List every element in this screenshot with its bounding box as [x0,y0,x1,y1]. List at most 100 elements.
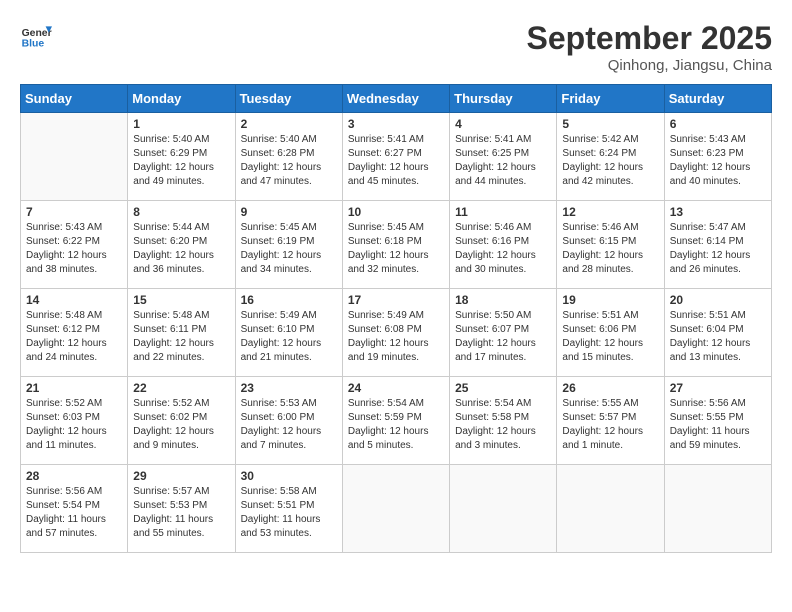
logo-icon: General Blue [20,20,52,52]
calendar-cell: 5 Sunrise: 5:42 AM Sunset: 6:24 PM Daylig… [557,113,664,201]
day-number: 3 [348,117,444,131]
day-number: 30 [241,469,337,483]
day-number: 5 [562,117,658,131]
day-info: Sunrise: 5:40 AM Sunset: 6:29 PM Dayligh… [133,133,229,189]
calendar-cell: 24 Sunrise: 5:54 AM Sunset: 5:59 PM Dayli… [342,377,449,465]
day-info: Sunrise: 5:55 AM Sunset: 5:57 PM Dayligh… [562,397,658,453]
day-number: 10 [348,205,444,219]
calendar-cell: 1 Sunrise: 5:40 AM Sunset: 6:29 PM Daylig… [128,113,235,201]
week-row-3: 21 Sunrise: 5:52 AM Sunset: 6:03 PM Dayli… [21,377,772,465]
calendar-table: SundayMondayTuesdayWednesdayThursdayFrid… [20,84,772,553]
day-number: 15 [133,293,229,307]
calendar-cell: 27 Sunrise: 5:56 AM Sunset: 5:55 PM Dayli… [664,377,771,465]
day-info: Sunrise: 5:48 AM Sunset: 6:12 PM Dayligh… [26,309,122,365]
day-info: Sunrise: 5:56 AM Sunset: 5:55 PM Dayligh… [670,397,766,453]
week-row-4: 28 Sunrise: 5:56 AM Sunset: 5:54 PM Dayli… [21,465,772,553]
day-info: Sunrise: 5:41 AM Sunset: 6:27 PM Dayligh… [348,133,444,189]
day-info: Sunrise: 5:46 AM Sunset: 6:15 PM Dayligh… [562,221,658,277]
day-number: 17 [348,293,444,307]
day-number: 2 [241,117,337,131]
day-info: Sunrise: 5:45 AM Sunset: 6:18 PM Dayligh… [348,221,444,277]
calendar-cell: 6Sunrise: 5:43 AM Sunset: 6:23 PM Daylig… [664,113,771,201]
calendar-cell: 9Sunrise: 5:45 AM Sunset: 6:19 PM Daylig… [235,201,342,289]
day-info: Sunrise: 5:50 AM Sunset: 6:07 PM Dayligh… [455,309,551,365]
svg-text:Blue: Blue [22,38,45,49]
day-info: Sunrise: 5:51 AM Sunset: 6:06 PM Dayligh… [562,309,658,365]
week-row-1: 7 Sunrise: 5:43 AM Sunset: 6:22 PM Daylig… [21,201,772,289]
day-info: Sunrise: 5:49 AM Sunset: 6:10 PM Dayligh… [241,309,337,365]
day-info: Sunrise: 5:46 AM Sunset: 6:16 PM Dayligh… [455,221,551,277]
day-number: 8 [133,205,229,219]
calendar-cell [557,465,664,553]
day-info: Sunrise: 5:40 AM Sunset: 6:28 PM Dayligh… [241,133,337,189]
day-info: Sunrise: 5:56 AM Sunset: 5:54 PM Dayligh… [26,485,122,541]
day-number: 1 [133,117,229,131]
day-info: Sunrise: 5:51 AM Sunset: 6:04 PM Dayligh… [670,309,766,365]
calendar-cell: 23 Sunrise: 5:53 AM Sunset: 6:00 PM Dayli… [235,377,342,465]
day-number: 22 [133,381,229,395]
header-cell-sunday: Sunday [21,85,128,113]
calendar-cell: 19 Sunrise: 5:51 AM Sunset: 6:06 PM Dayli… [557,289,664,377]
day-number: 7 [26,205,122,219]
logo: General Blue [20,20,52,52]
day-number: 14 [26,293,122,307]
header-cell-friday: Friday [557,85,664,113]
day-info: Sunrise: 5:47 AM Sunset: 6:14 PM Dayligh… [670,221,766,277]
day-number: 25 [455,381,551,395]
day-number: 26 [562,381,658,395]
day-info: Sunrise: 5:43 AM Sunset: 6:23 PM Dayligh… [670,133,766,189]
calendar-cell [664,465,771,553]
day-info: Sunrise: 5:49 AM Sunset: 6:08 PM Dayligh… [348,309,444,365]
calendar-cell: 15 Sunrise: 5:48 AM Sunset: 6:11 PM Dayli… [128,289,235,377]
calendar-cell: 21 Sunrise: 5:52 AM Sunset: 6:03 PM Dayli… [21,377,128,465]
calendar-cell [21,113,128,201]
calendar-cell: 3 Sunrise: 5:41 AM Sunset: 6:27 PM Daylig… [342,113,449,201]
calendar-cell: 17 Sunrise: 5:49 AM Sunset: 6:08 PM Dayli… [342,289,449,377]
day-info: Sunrise: 5:57 AM Sunset: 5:53 PM Dayligh… [133,485,229,541]
day-number: 24 [348,381,444,395]
day-number: 21 [26,381,122,395]
day-info: Sunrise: 5:48 AM Sunset: 6:11 PM Dayligh… [133,309,229,365]
day-info: Sunrise: 5:45 AM Sunset: 6:19 PM Dayligh… [241,221,337,277]
day-info: Sunrise: 5:42 AM Sunset: 6:24 PM Dayligh… [562,133,658,189]
week-row-0: 1 Sunrise: 5:40 AM Sunset: 6:29 PM Daylig… [21,113,772,201]
day-info: Sunrise: 5:53 AM Sunset: 6:00 PM Dayligh… [241,397,337,453]
calendar-cell: 4Sunrise: 5:41 AM Sunset: 6:25 PM Daylig… [450,113,557,201]
day-info: Sunrise: 5:43 AM Sunset: 6:22 PM Dayligh… [26,221,122,277]
calendar-cell: 10 Sunrise: 5:45 AM Sunset: 6:18 PM Dayli… [342,201,449,289]
location: Qinhong, Jiangsu, China [527,57,772,74]
day-number: 23 [241,381,337,395]
calendar-cell: 29 Sunrise: 5:57 AM Sunset: 5:53 PM Dayli… [128,465,235,553]
day-number: 11 [455,205,551,219]
day-info: Sunrise: 5:54 AM Sunset: 5:59 PM Dayligh… [348,397,444,453]
header-cell-monday: Monday [128,85,235,113]
header-row: SundayMondayTuesdayWednesdayThursdayFrid… [21,85,772,113]
calendar-cell: 14 Sunrise: 5:48 AM Sunset: 6:12 PM Dayli… [21,289,128,377]
calendar-cell: 7 Sunrise: 5:43 AM Sunset: 6:22 PM Daylig… [21,201,128,289]
day-number: 27 [670,381,766,395]
header-cell-tuesday: Tuesday [235,85,342,113]
day-number: 29 [133,469,229,483]
day-info: Sunrise: 5:52 AM Sunset: 6:03 PM Dayligh… [26,397,122,453]
day-number: 4 [455,117,551,131]
calendar-cell: 8 Sunrise: 5:44 AM Sunset: 6:20 PM Daylig… [128,201,235,289]
header-cell-thursday: Thursday [450,85,557,113]
day-number: 28 [26,469,122,483]
calendar-cell: 12 Sunrise: 5:46 AM Sunset: 6:15 PM Dayli… [557,201,664,289]
day-info: Sunrise: 5:52 AM Sunset: 6:02 PM Dayligh… [133,397,229,453]
calendar-cell: 30Sunrise: 5:58 AM Sunset: 5:51 PM Dayli… [235,465,342,553]
header-cell-saturday: Saturday [664,85,771,113]
day-number: 20 [670,293,766,307]
calendar-cell: 22 Sunrise: 5:52 AM Sunset: 6:02 PM Dayli… [128,377,235,465]
day-number: 19 [562,293,658,307]
calendar-cell: 11 Sunrise: 5:46 AM Sunset: 6:16 PM Dayli… [450,201,557,289]
calendar-cell: 20 Sunrise: 5:51 AM Sunset: 6:04 PM Dayli… [664,289,771,377]
day-info: Sunrise: 5:44 AM Sunset: 6:20 PM Dayligh… [133,221,229,277]
calendar-cell: 13Sunrise: 5:47 AM Sunset: 6:14 PM Dayli… [664,201,771,289]
calendar-cell: 18Sunrise: 5:50 AM Sunset: 6:07 PM Dayli… [450,289,557,377]
day-number: 12 [562,205,658,219]
header-cell-wednesday: Wednesday [342,85,449,113]
calendar-cell [450,465,557,553]
calendar-cell: 26 Sunrise: 5:55 AM Sunset: 5:57 PM Dayli… [557,377,664,465]
calendar-cell: 28 Sunrise: 5:56 AM Sunset: 5:54 PM Dayli… [21,465,128,553]
